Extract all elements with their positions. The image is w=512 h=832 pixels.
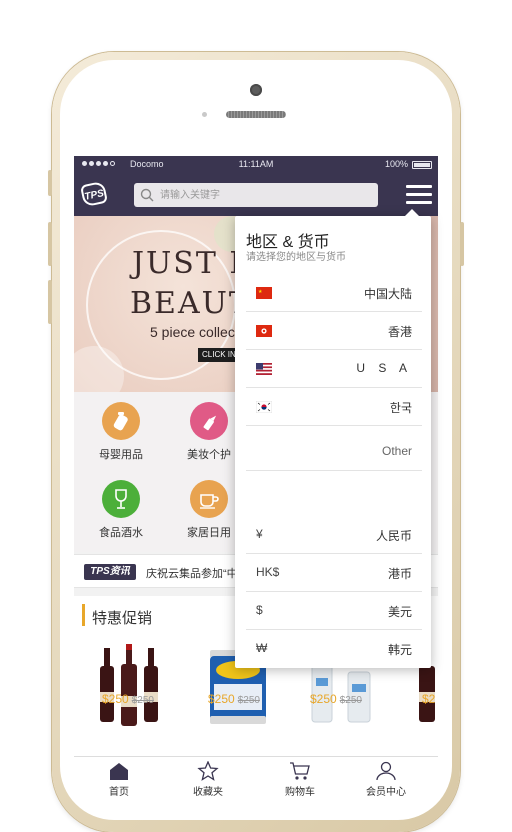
section-accent-bar	[82, 604, 85, 626]
tab-label: 首页	[109, 787, 129, 798]
product-price: $250 $250	[102, 692, 154, 706]
product-image	[100, 644, 158, 726]
proximity-sensor	[202, 112, 207, 117]
region-option-other[interactable]: Other	[246, 433, 422, 471]
wine-glass-icon	[102, 480, 140, 518]
svg-text:★: ★	[258, 289, 263, 295]
currency-label: 港币	[387, 567, 412, 581]
currency-label: 韩元	[387, 643, 412, 657]
search-input[interactable]	[160, 187, 370, 203]
currency-symbol: ¥	[256, 527, 263, 541]
category-label: 美妆个护	[187, 449, 231, 461]
region-option-cn[interactable]: ★ 中国大陆	[246, 274, 422, 312]
product-price: $250 $250	[310, 692, 362, 706]
tps-logo[interactable]: TPS	[79, 180, 109, 208]
region-option-usa[interactable]: U S A	[246, 350, 422, 388]
region-label: 香港	[387, 325, 412, 339]
battery-icon	[412, 161, 432, 169]
us-flag-icon	[256, 363, 272, 375]
battery-percent: 100%	[384, 159, 408, 169]
tab-label: 收藏夹	[193, 787, 223, 798]
region-label: U S A	[356, 361, 412, 375]
category-label: 母婴用品	[99, 449, 143, 461]
category-item[interactable]: 母婴用品	[86, 402, 156, 462]
lipstick-icon	[190, 402, 228, 440]
cn-flag-icon: ★	[256, 287, 272, 299]
currency-symbol: HK$	[256, 565, 280, 579]
category-label: 家居日用	[187, 527, 231, 539]
currency-symbol: ₩	[256, 641, 268, 655]
banner-cta-button[interactable]: CLICK IN	[198, 348, 240, 362]
currency-option-cny[interactable]: ¥ 人民币	[246, 516, 422, 554]
region-currency-menu: 地区 & 货币 请选择您的地区与货币 ★ 中国大陆 香港 U S A 한국 Ot…	[235, 209, 431, 668]
user-icon	[376, 761, 396, 781]
hk-flag-icon	[256, 325, 272, 337]
currency-option-krw[interactable]: ₩ 韩元	[246, 630, 422, 668]
menu-subtitle: 请选择您的地区与货币	[246, 252, 346, 263]
category-label: 食品酒水	[99, 527, 143, 539]
cup-icon	[190, 480, 228, 518]
category-item[interactable]: 食品酒水	[86, 480, 156, 540]
region-option-hk[interactable]: 香港	[246, 312, 422, 350]
top-nav: TPS	[74, 174, 438, 216]
tab-member-center[interactable]: 会员中心	[346, 757, 426, 800]
currency-option-hkd[interactable]: HK$ 港币	[246, 554, 422, 592]
region-label: 中国大陆	[363, 287, 412, 301]
mute-switch	[48, 170, 52, 196]
tab-home[interactable]: 首页	[79, 757, 159, 800]
currency-option-usd[interactable]: $ 美元	[246, 592, 422, 630]
volume-down-button	[48, 280, 52, 324]
tab-favorites[interactable]: 收藏夹	[168, 757, 248, 800]
currency-label: 美元	[387, 605, 412, 619]
region-label: 한국	[389, 401, 412, 415]
tab-cart[interactable]: 购物车	[260, 757, 340, 800]
star-icon	[197, 761, 219, 781]
cart-icon	[290, 762, 310, 780]
tab-label: 购物车	[285, 787, 315, 798]
volume-up-button	[48, 222, 52, 266]
status-bar: Docomo 11:11AM 100%	[74, 156, 438, 174]
front-camera	[250, 84, 262, 96]
news-text: 庆祝云集品参加“中	[146, 568, 238, 580]
search-icon	[140, 188, 154, 202]
home-icon	[110, 763, 128, 780]
bottom-tab-bar: 首页 收藏夹 购物车 会员中心	[74, 756, 438, 800]
menu-icon[interactable]	[406, 184, 432, 206]
news-tag: TPS资讯	[84, 564, 136, 580]
tab-label: 会员中心	[366, 787, 406, 798]
kr-flag-icon	[256, 401, 272, 413]
currency-symbol: $	[256, 603, 263, 617]
promo-title: 特惠促销	[92, 610, 153, 627]
region-option-kr[interactable]: 한국	[246, 388, 422, 426]
search-bar[interactable]	[134, 183, 378, 207]
status-time: 11:11AM	[238, 159, 274, 169]
category-item[interactable]: 家居日用	[174, 480, 244, 540]
region-label: Other	[381, 444, 412, 458]
product-price: $2	[422, 692, 436, 706]
category-item[interactable]: 美妆个护	[174, 402, 244, 462]
product-price: $250 $250	[208, 692, 260, 706]
currency-label: 人民币	[375, 529, 412, 543]
baby-bottle-icon	[102, 402, 140, 440]
power-button	[460, 222, 464, 266]
earpiece-speaker	[226, 111, 286, 118]
